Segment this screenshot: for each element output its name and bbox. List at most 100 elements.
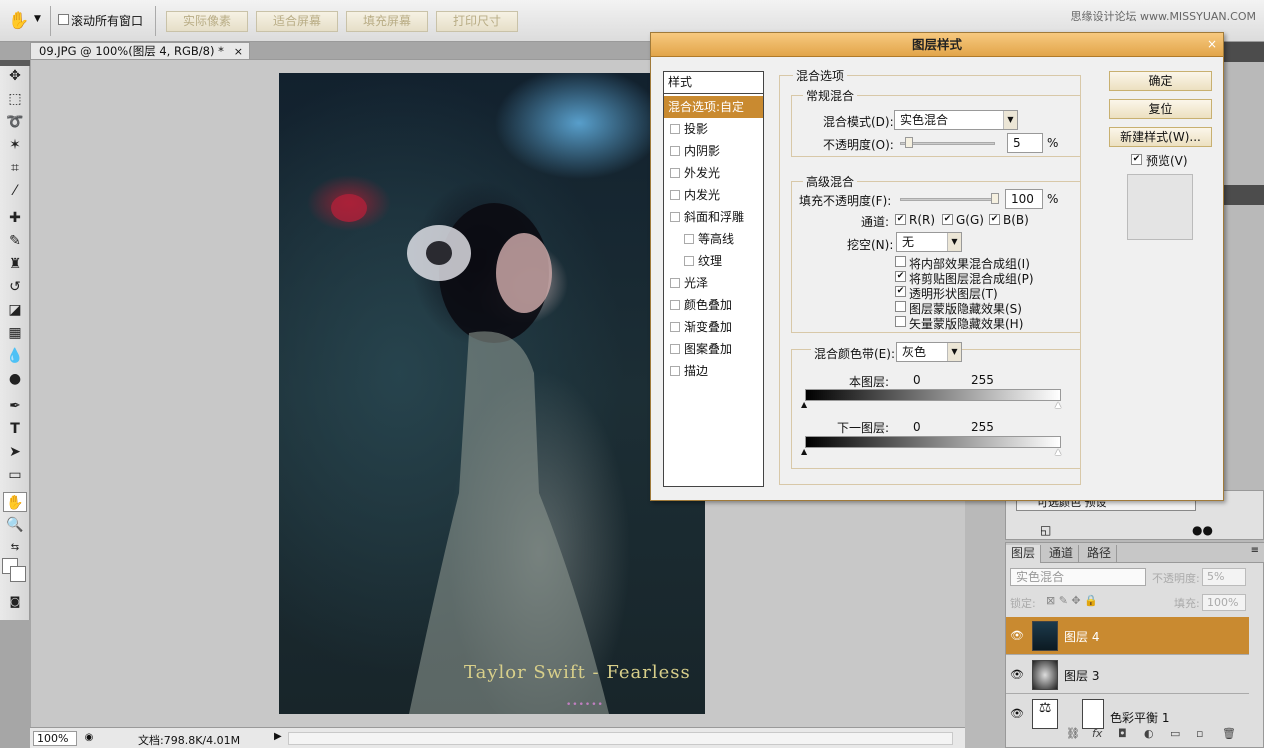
status-info-icon[interactable]: ◉ <box>82 731 96 745</box>
preview-checkbox[interactable]: ✔ <box>1131 154 1142 165</box>
advanced-option-checkbox[interactable]: ✔ <box>895 286 906 297</box>
style-checkbox[interactable] <box>670 344 680 354</box>
channel-checkbox[interactable]: ✔ <box>895 214 906 225</box>
ok-button[interactable]: 确定 <box>1109 71 1212 91</box>
style-checkbox[interactable] <box>684 256 694 266</box>
layer-row-3[interactable]: 👁 图层 3 <box>1006 656 1249 694</box>
visibility-eye-icon[interactable]: 👁 <box>1010 668 1026 681</box>
close-icon[interactable]: × <box>234 43 243 60</box>
style-item[interactable]: 混合选项:自定 <box>664 96 763 118</box>
style-item[interactable]: 外发光 <box>664 162 763 184</box>
history-brush-tool-icon[interactable]: ↺ <box>3 277 27 297</box>
new-layer-icon[interactable]: ▫ <box>1196 727 1203 740</box>
this-layer-gradient[interactable] <box>805 389 1061 401</box>
tab-channels[interactable]: 通道 <box>1044 545 1080 563</box>
dodge-tool-icon[interactable]: ● <box>3 369 27 389</box>
blend-if-select[interactable]: 灰色 ▼ <box>896 342 962 362</box>
visibility-eye-icon[interactable]: 👁 <box>1010 629 1026 642</box>
blend-mode-select[interactable]: 实色混合 ▼ <box>894 110 1018 130</box>
clone-stamp-tool-icon[interactable]: ♜ <box>3 254 27 274</box>
style-checkbox[interactable] <box>670 212 680 222</box>
add-mask-icon[interactable]: ◘ <box>1118 727 1127 740</box>
style-item[interactable]: 内发光 <box>664 184 763 206</box>
lasso-tool-icon[interactable]: ➰ <box>3 112 27 132</box>
background-color-swatch[interactable] <box>10 566 26 582</box>
this-layer-black-slider[interactable]: ▲ <box>801 400 807 409</box>
pen-tool-icon[interactable]: ✒ <box>3 396 27 416</box>
style-item[interactable]: 颜色叠加 <box>664 294 763 316</box>
scroll-all-windows-checkbox[interactable] <box>58 14 69 25</box>
shape-tool-icon[interactable]: ▭ <box>3 465 27 485</box>
horizontal-scrollbar[interactable] <box>288 732 953 745</box>
tab-paths[interactable]: 路径 <box>1082 545 1118 563</box>
eyedropper-tool-icon[interactable]: ⁄ <box>3 181 27 201</box>
adjustment-layer-icon[interactable]: ◐ <box>1144 727 1154 740</box>
reset-button[interactable]: 复位 <box>1109 99 1212 119</box>
style-item[interactable]: 斜面和浮雕 <box>664 206 763 228</box>
style-item[interactable]: 等高线 <box>664 228 763 250</box>
hand-tool-icon[interactable]: ✋ <box>8 10 30 32</box>
style-item[interactable]: 投影 <box>664 118 763 140</box>
style-checkbox[interactable] <box>684 234 694 244</box>
chevron-down-icon[interactable]: ▼ <box>947 343 961 361</box>
actual-pixels-button[interactable]: 实际像素 <box>166 11 248 32</box>
lock-icons[interactable]: ⊠ ✎ ✥ 🔒 <box>1046 594 1098 607</box>
advanced-option-checkbox[interactable] <box>895 316 906 327</box>
style-item[interactable]: 图案叠加 <box>664 338 763 360</box>
status-menu-arrow-icon[interactable]: ▶ <box>274 731 282 742</box>
new-style-button[interactable]: 新建样式(W)... <box>1109 127 1212 147</box>
fill-opacity-slider-thumb[interactable] <box>991 193 999 204</box>
panel-menu-icon[interactable]: ≡ <box>1251 545 1259 556</box>
underlying-layer-gradient[interactable] <box>805 436 1061 448</box>
style-checkbox[interactable] <box>670 124 680 134</box>
advanced-option-checkbox[interactable] <box>895 256 906 267</box>
tool-preset-dropdown-icon[interactable]: ▼ <box>34 14 41 24</box>
style-item[interactable]: 纹理 <box>664 250 763 272</box>
brush-tool-icon[interactable]: ✎ <box>3 231 27 251</box>
style-item[interactable]: 描边 <box>664 360 763 382</box>
fx-icon[interactable]: fx <box>1092 727 1102 740</box>
fill-screen-button[interactable]: 填充屏幕 <box>346 11 428 32</box>
opacity-input[interactable]: 5 <box>1007 133 1043 153</box>
crop-tool-icon[interactable]: ⌗ <box>3 158 27 178</box>
layer-row-4[interactable]: 👁 图层 4 <box>1006 617 1249 655</box>
style-checkbox[interactable] <box>670 322 680 332</box>
chevron-down-icon[interactable]: ▼ <box>947 233 961 251</box>
style-item[interactable]: 光泽 <box>664 272 763 294</box>
zoom-tool-icon[interactable]: 🔍 <box>3 515 27 535</box>
close-icon[interactable]: × <box>1207 37 1217 51</box>
marquee-tool-icon[interactable]: ⬚ <box>3 89 27 109</box>
healing-brush-tool-icon[interactable]: ✚ <box>3 208 27 228</box>
trash-icon[interactable]: 🗑 <box>1222 727 1236 740</box>
style-checkbox[interactable] <box>670 146 680 156</box>
style-item[interactable]: 内阴影 <box>664 140 763 162</box>
blur-tool-icon[interactable]: 💧 <box>3 346 27 366</box>
magic-wand-tool-icon[interactable]: ✶ <box>3 135 27 155</box>
document-image[interactable] <box>279 73 705 714</box>
hand-tool-icon[interactable]: ✋ <box>3 492 27 512</box>
style-checkbox[interactable] <box>670 300 680 310</box>
this-layer-white-slider[interactable]: ▲ <box>1055 400 1061 409</box>
path-selection-tool-icon[interactable]: ➤ <box>3 442 27 462</box>
knockout-select[interactable]: 无 ▼ <box>896 232 962 252</box>
zoom-field[interactable]: 100% <box>33 731 77 746</box>
group-icon[interactable]: ▭ <box>1170 727 1180 740</box>
style-checkbox[interactable] <box>670 366 680 376</box>
underlying-black-slider[interactable]: ▲ <box>801 447 807 456</box>
channel-checkbox[interactable]: ✔ <box>942 214 953 225</box>
fill-opacity-slider[interactable] <box>900 198 995 201</box>
advanced-option-checkbox[interactable]: ✔ <box>895 271 906 282</box>
panel-header[interactable] <box>1222 185 1264 205</box>
style-checkbox[interactable] <box>670 190 680 200</box>
print-size-button[interactable]: 打印尺寸 <box>436 11 518 32</box>
style-checkbox[interactable] <box>670 168 680 178</box>
gradient-tool-icon[interactable]: ▦ <box>3 323 27 343</box>
fill-field[interactable]: 100% <box>1202 594 1246 611</box>
channel-checkbox[interactable]: ✔ <box>989 214 1000 225</box>
document-tab[interactable]: 09.JPG @ 100%(图层 4, RGB/8) * × <box>30 42 250 60</box>
swap-colors-icon[interactable]: ⇆ <box>3 538 27 558</box>
link-layers-icon[interactable]: ⛓ <box>1066 727 1080 740</box>
advanced-option-checkbox[interactable] <box>895 301 906 312</box>
underlying-white-slider[interactable]: ▲ <box>1055 447 1061 456</box>
style-checkbox[interactable] <box>670 278 680 288</box>
